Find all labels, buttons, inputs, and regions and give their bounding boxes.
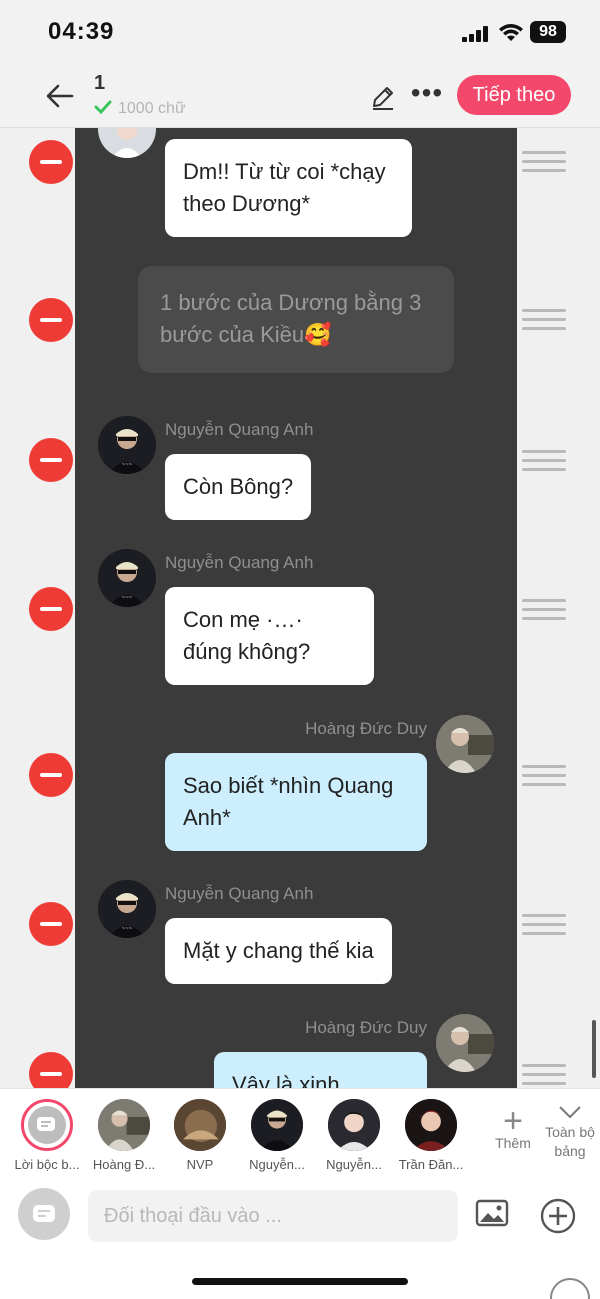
word-count-label: 1000 chữ [118, 100, 186, 117]
avatar [436, 1014, 494, 1072]
character-item[interactable]: NVP [165, 1099, 235, 1172]
character-label: Lời bộc b... [14, 1157, 80, 1172]
image-icon[interactable] [475, 1198, 509, 1228]
wifi-icon [499, 24, 523, 41]
word-count: 1000 chữ [94, 98, 186, 118]
drag-handle-icon[interactable] [522, 1064, 566, 1086]
drag-handle-icon[interactable] [522, 309, 566, 331]
character-item[interactable]: Nguyễn... [319, 1099, 389, 1172]
character-label: Nguyễn... [249, 1157, 305, 1172]
sender-name: Hoàng Đức Duy [305, 1018, 427, 1037]
svg-text:~~~: ~~~ [122, 926, 133, 932]
delete-message-button[interactable] [29, 298, 73, 342]
svg-text:~~~: ~~~ [122, 462, 133, 468]
message-bubble[interactable]: Sao biết *nhìn Quang Anh* [165, 753, 427, 851]
more-options-icon[interactable]: ••• [410, 79, 444, 112]
add-circle-icon[interactable] [540, 1198, 576, 1234]
check-icon [94, 100, 112, 115]
sender-name: Nguyễn Quang Anh [165, 420, 314, 439]
input-bar [0, 1174, 600, 1299]
add-character-label: Thêm [495, 1135, 531, 1151]
delete-message-button[interactable] [29, 587, 73, 631]
next-button[interactable]: Tiếp theo [457, 75, 571, 115]
message-type-button[interactable] [18, 1188, 70, 1240]
scrollbar[interactable] [592, 1020, 596, 1078]
avatar: ~~~ [98, 880, 156, 938]
delete-message-button[interactable] [29, 902, 73, 946]
character-label: NVP [186, 1157, 214, 1172]
drag-handle-icon[interactable] [522, 151, 566, 173]
character-label: Trần Đăn... [398, 1157, 464, 1172]
avatar: ~~~ [98, 549, 156, 607]
scroll-up-button[interactable] [550, 1278, 590, 1299]
drag-handle-icon[interactable] [522, 765, 566, 787]
character-item[interactable]: Hoàng Đ... [89, 1099, 159, 1172]
pencil-icon[interactable] [368, 82, 398, 112]
home-indicator [192, 1278, 408, 1285]
avatar [405, 1099, 457, 1151]
character-label: Nguyễn... [326, 1157, 382, 1172]
character-item[interactable]: Nguyễn... [242, 1099, 312, 1172]
svg-text:~~~: ~~~ [122, 595, 133, 601]
sender-name: Nguyễn Quang Anh [165, 553, 314, 572]
all-board-button[interactable]: Toàn bộ bảng [540, 1103, 600, 1161]
avatar: ~~~ [98, 416, 156, 474]
chevron-down-icon [559, 1106, 581, 1119]
dialogue-input[interactable] [88, 1190, 458, 1242]
signal-icon [462, 26, 490, 42]
editor-header: 1 1000 chữ ••• Tiếp theo [0, 66, 600, 128]
all-board-label: Toàn bộ bảng [545, 1124, 595, 1159]
chat-bubble-icon [33, 1205, 55, 1222]
avatar [251, 1099, 303, 1151]
message-bubble[interactable]: Mặt y chang thế kia [165, 918, 392, 984]
status-time: 04:39 [48, 18, 115, 45]
message-bubble[interactable]: Con mẹ ·…· đúng không? [165, 587, 374, 685]
plus-icon: + [503, 1102, 523, 1140]
story-title: 1 [94, 72, 106, 94]
avatar [98, 1099, 150, 1151]
sender-name: Hoàng Đức Duy [305, 719, 427, 738]
sender-name: Nguyễn Quang Anh [165, 884, 314, 903]
character-item[interactable]: Trần Đăn... [396, 1099, 466, 1172]
delete-message-button[interactable] [29, 438, 73, 482]
character-selector: Lời bộc b... Hoàng Đ... NVP Nguyễn... Ng… [0, 1088, 600, 1174]
add-character-button[interactable]: + Thêm [487, 1102, 539, 1151]
character-label: Hoàng Đ... [92, 1157, 156, 1172]
message-bubble[interactable]: Còn Bông? [165, 454, 312, 520]
message-bubble[interactable]: Dm!! Từ từ coi *chạy theo Dương* [165, 139, 412, 237]
delete-message-button[interactable] [29, 140, 73, 184]
drag-handle-icon[interactable] [522, 599, 566, 621]
status-bar: 04:39 98 [0, 0, 600, 66]
avatar [328, 1099, 380, 1151]
narration-bubble[interactable]: 1 bước của Dương bằng 3 bước của Kiều🥰 [138, 266, 454, 373]
delete-message-button[interactable] [29, 753, 73, 797]
delete-message-button[interactable] [29, 1052, 73, 1088]
chat-bubble-icon [37, 1117, 55, 1131]
drag-handle-icon[interactable] [522, 450, 566, 472]
narrator-avatar [21, 1099, 73, 1151]
battery-indicator: 98 [530, 21, 566, 43]
drag-handle-icon[interactable] [522, 914, 566, 936]
character-item-narrator[interactable]: Lời bộc b... [12, 1099, 82, 1172]
message-bubble[interactable]: Vậy là xinh [214, 1052, 427, 1088]
back-arrow-icon[interactable] [42, 78, 78, 114]
avatar [174, 1099, 226, 1151]
chat-editor: Dm!! Từ từ coi *chạy theo Dương* 1 bước … [0, 128, 600, 1088]
avatar [436, 715, 494, 773]
